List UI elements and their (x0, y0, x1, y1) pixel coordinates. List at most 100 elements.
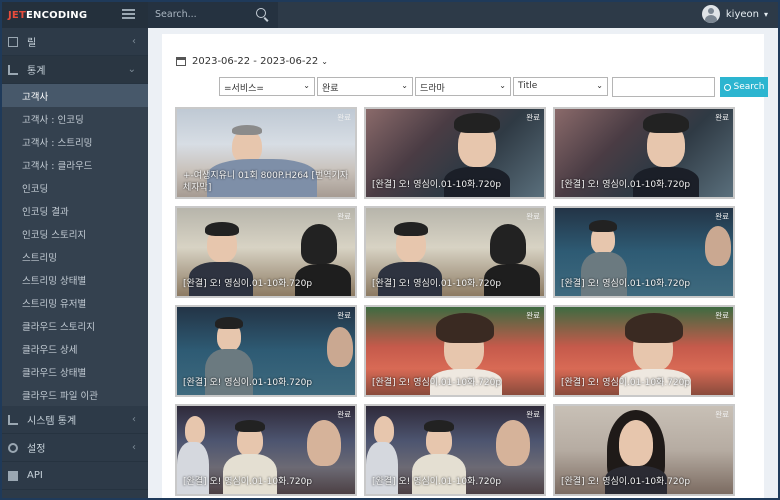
submenu-item-streaming-status[interactable]: 스트리밍 상태별 (2, 268, 148, 291)
submenu-item-cloud-detail[interactable]: 클라우드 상세 (2, 337, 148, 360)
sidebar-menu-settings[interactable]: 설정 ‹ (2, 434, 148, 462)
video-title: [완결] 오! 영심이.01-10화.720p (183, 279, 313, 289)
video-card[interactable]: 완료 [완결] 오! 영심이.01-10화.720p (553, 305, 735, 397)
user-menu[interactable]: kiyeon ▾ (701, 5, 768, 23)
status-badge: 완료 (526, 113, 540, 122)
status-badge: 완료 (715, 113, 729, 122)
video-card[interactable]: 완료 [완결] 오! 영심이.01-10화.720p (175, 305, 357, 397)
chevron-down-icon: ⌄ (596, 81, 603, 90)
sidebar-menu-label: 통계 (27, 66, 46, 77)
chevron-left-icon: ‹ (132, 36, 136, 47)
sidebar-menu-label: API (27, 470, 43, 481)
filter-bar: =서비스= ⌄ 완료 ⌄ 드라마 ⌄ Title ⌄ Search (219, 77, 768, 97)
video-card[interactable]: 완료 [완결] 오! 영심이.01-10화.720p (553, 206, 735, 298)
video-title: [완결] 오! 영심이.01-10화.720p (183, 477, 313, 487)
video-title: [완결] 오! 영심이.01-10화.720p (561, 180, 691, 190)
status-badge: 완료 (715, 410, 729, 419)
video-card[interactable]: 완료 [완결] 오! 영심이.01-10화.720p (364, 305, 546, 397)
chevron-left-icon: ‹ (132, 442, 136, 453)
app-window: JET ENCODING 릴 ‹ 통계 ⌄ 고객사 고객사 : 인코딩 고객사 :… (0, 0, 780, 500)
video-card[interactable]: 완료 [완결] 오! 영심이.01-10화.720p (364, 107, 546, 199)
username: kiyeon (725, 8, 759, 20)
chevron-left-icon: ‹ (132, 414, 136, 425)
date-range-picker[interactable]: 2023-06-22 - 2023-06-22 ⌄ (176, 56, 328, 67)
video-card[interactable]: 완료 [완결] 오! 영심이.01-10화.720p (553, 107, 735, 199)
submenu-item-encoding[interactable]: 인코딩 (2, 176, 148, 199)
sidebar-menu-label: 릴 (27, 38, 37, 49)
submenu-item-customer[interactable]: 고객사 (2, 84, 148, 107)
status-badge: 완료 (715, 311, 729, 320)
submenu-item-customer-streaming[interactable]: 고객사 : 스트리밍 (2, 130, 148, 153)
video-title: +-여생지유니 01회 800P.H264 [번역기자체자막] (183, 171, 349, 193)
sidebar-menu-label: 시스템 통계 (27, 416, 77, 427)
submenu-item-streaming-user[interactable]: 스트리밍 유저별 (2, 291, 148, 314)
service-select[interactable]: =서비스= ⌄ (219, 77, 315, 96)
content-panel: 2023-06-22 - 2023-06-22 ⌄ =서비스= ⌄ 완료 ⌄ 드… (162, 34, 768, 498)
submenu-item-customer-encoding[interactable]: 고객사 : 인코딩 (2, 107, 148, 130)
video-card[interactable]: 완료 +-여생지유니 01회 800P.H264 [번역기자체자막] (175, 107, 357, 199)
brand-part2: ENCODING (25, 9, 88, 21)
query-input[interactable] (612, 77, 715, 97)
video-title: [완결] 오! 영심이.01-10화.720p (372, 378, 502, 388)
search-icon[interactable] (256, 8, 266, 18)
chevron-down-icon: ⌄ (303, 81, 310, 90)
sidebar-menu-statistics[interactable]: 통계 ⌄ (2, 56, 148, 84)
status-badge: 완료 (526, 212, 540, 221)
statistics-submenu: 고객사 고객사 : 인코딩 고객사 : 스트리밍 고객사 : 클라우드 인코딩 … (2, 84, 148, 406)
video-card[interactable]: 완료 [완결] 오! 영심이.01-10화.720p (553, 404, 735, 496)
submenu-item-encoding-result[interactable]: 인코딩 결과 (2, 199, 148, 222)
video-title: [완결] 오! 영심이.01-10화.720p (561, 378, 691, 388)
video-title: [완결] 오! 영심이.01-10화.720p (372, 180, 502, 190)
topbar: Search... kiyeon ▾ (148, 2, 778, 28)
submenu-item-customer-cloud[interactable]: 고객사 : 클라우드 (2, 153, 148, 176)
bar-chart-icon (8, 64, 18, 75)
search-button[interactable]: Search (720, 77, 768, 97)
field-select-value: Title (518, 81, 538, 91)
status-badge: 완료 (715, 212, 729, 221)
search-button-label: Search (733, 82, 765, 92)
sidebar-menu-reel[interactable]: 릴 ‹ (2, 28, 148, 56)
avatar (701, 5, 720, 23)
field-select[interactable]: Title ⌄ (513, 77, 608, 96)
status-badge: 완료 (337, 410, 351, 419)
search-input[interactable]: Search... (155, 9, 197, 20)
brand-logo[interactable]: JET ENCODING (2, 2, 148, 28)
main-content: 2023-06-22 - 2023-06-22 ⌄ =서비스= ⌄ 완료 ⌄ 드… (148, 28, 778, 498)
video-card[interactable]: 완료 [완결] 오! 영심이.01-10화.720p (364, 206, 546, 298)
submenu-item-encoding-storage[interactable]: 인코딩 스토리지 (2, 222, 148, 245)
sidebar-menu-label: 설정 (27, 444, 46, 455)
brand-part1: JET (8, 9, 26, 21)
chart-icon (8, 414, 18, 425)
calendar-icon (176, 57, 186, 66)
chevron-down-icon: ⌄ (401, 81, 408, 90)
video-title: [완결] 오! 영심이.01-10화.720p (372, 279, 502, 289)
book-icon (8, 470, 18, 481)
video-card[interactable]: 완료 [완결] 오! 영심이.01-10화.720p (175, 206, 357, 298)
submenu-item-cloud-status[interactable]: 클라우드 상태별 (2, 360, 148, 383)
video-title: [완결] 오! 영심이.01-10화.720p (183, 378, 313, 388)
video-title: [완결] 오! 영심이.01-10화.720p (372, 477, 502, 487)
genre-select[interactable]: 드라마 ⌄ (415, 77, 511, 96)
film-icon (8, 36, 18, 47)
menu-toggle-icon[interactable] (122, 9, 135, 19)
chevron-down-icon: ▾ (763, 9, 768, 19)
chevron-down-icon: ⌄ (499, 81, 506, 90)
status-badge: 완료 (526, 410, 540, 419)
status-badge: 완료 (337, 212, 351, 221)
submenu-item-cloud-storage[interactable]: 클라우드 스토리지 (2, 314, 148, 337)
sidebar: JET ENCODING 릴 ‹ 통계 ⌄ 고객사 고객사 : 인코딩 고객사 :… (2, 2, 148, 498)
sidebar-menu-system-stats[interactable]: 시스템 통계 ‹ (2, 406, 148, 434)
video-title: [완결] 오! 영심이.01-10화.720p (561, 279, 691, 289)
video-card[interactable]: 완료 [완결] 오! 영심이.01-10화.720p (364, 404, 546, 496)
sidebar-menu-api[interactable]: API (2, 462, 148, 490)
video-card[interactable]: 완료 [완결] 오! 영심이.01-10화.720p (175, 404, 357, 496)
gear-icon (8, 442, 18, 453)
submenu-item-cloud-migration[interactable]: 클라우드 파일 이관 (2, 383, 148, 406)
submenu-item-streaming[interactable]: 스트리밍 (2, 245, 148, 268)
status-select[interactable]: 완료 ⌄ (317, 77, 413, 96)
top-search-box[interactable]: Search... (148, 2, 278, 28)
status-badge: 완료 (337, 113, 351, 122)
video-grid: 완료 +-여생지유니 01회 800P.H264 [번역기자체자막] 완료 [완… (175, 107, 735, 496)
status-badge: 완료 (337, 311, 351, 320)
genre-select-value: 드라마 (420, 84, 445, 94)
